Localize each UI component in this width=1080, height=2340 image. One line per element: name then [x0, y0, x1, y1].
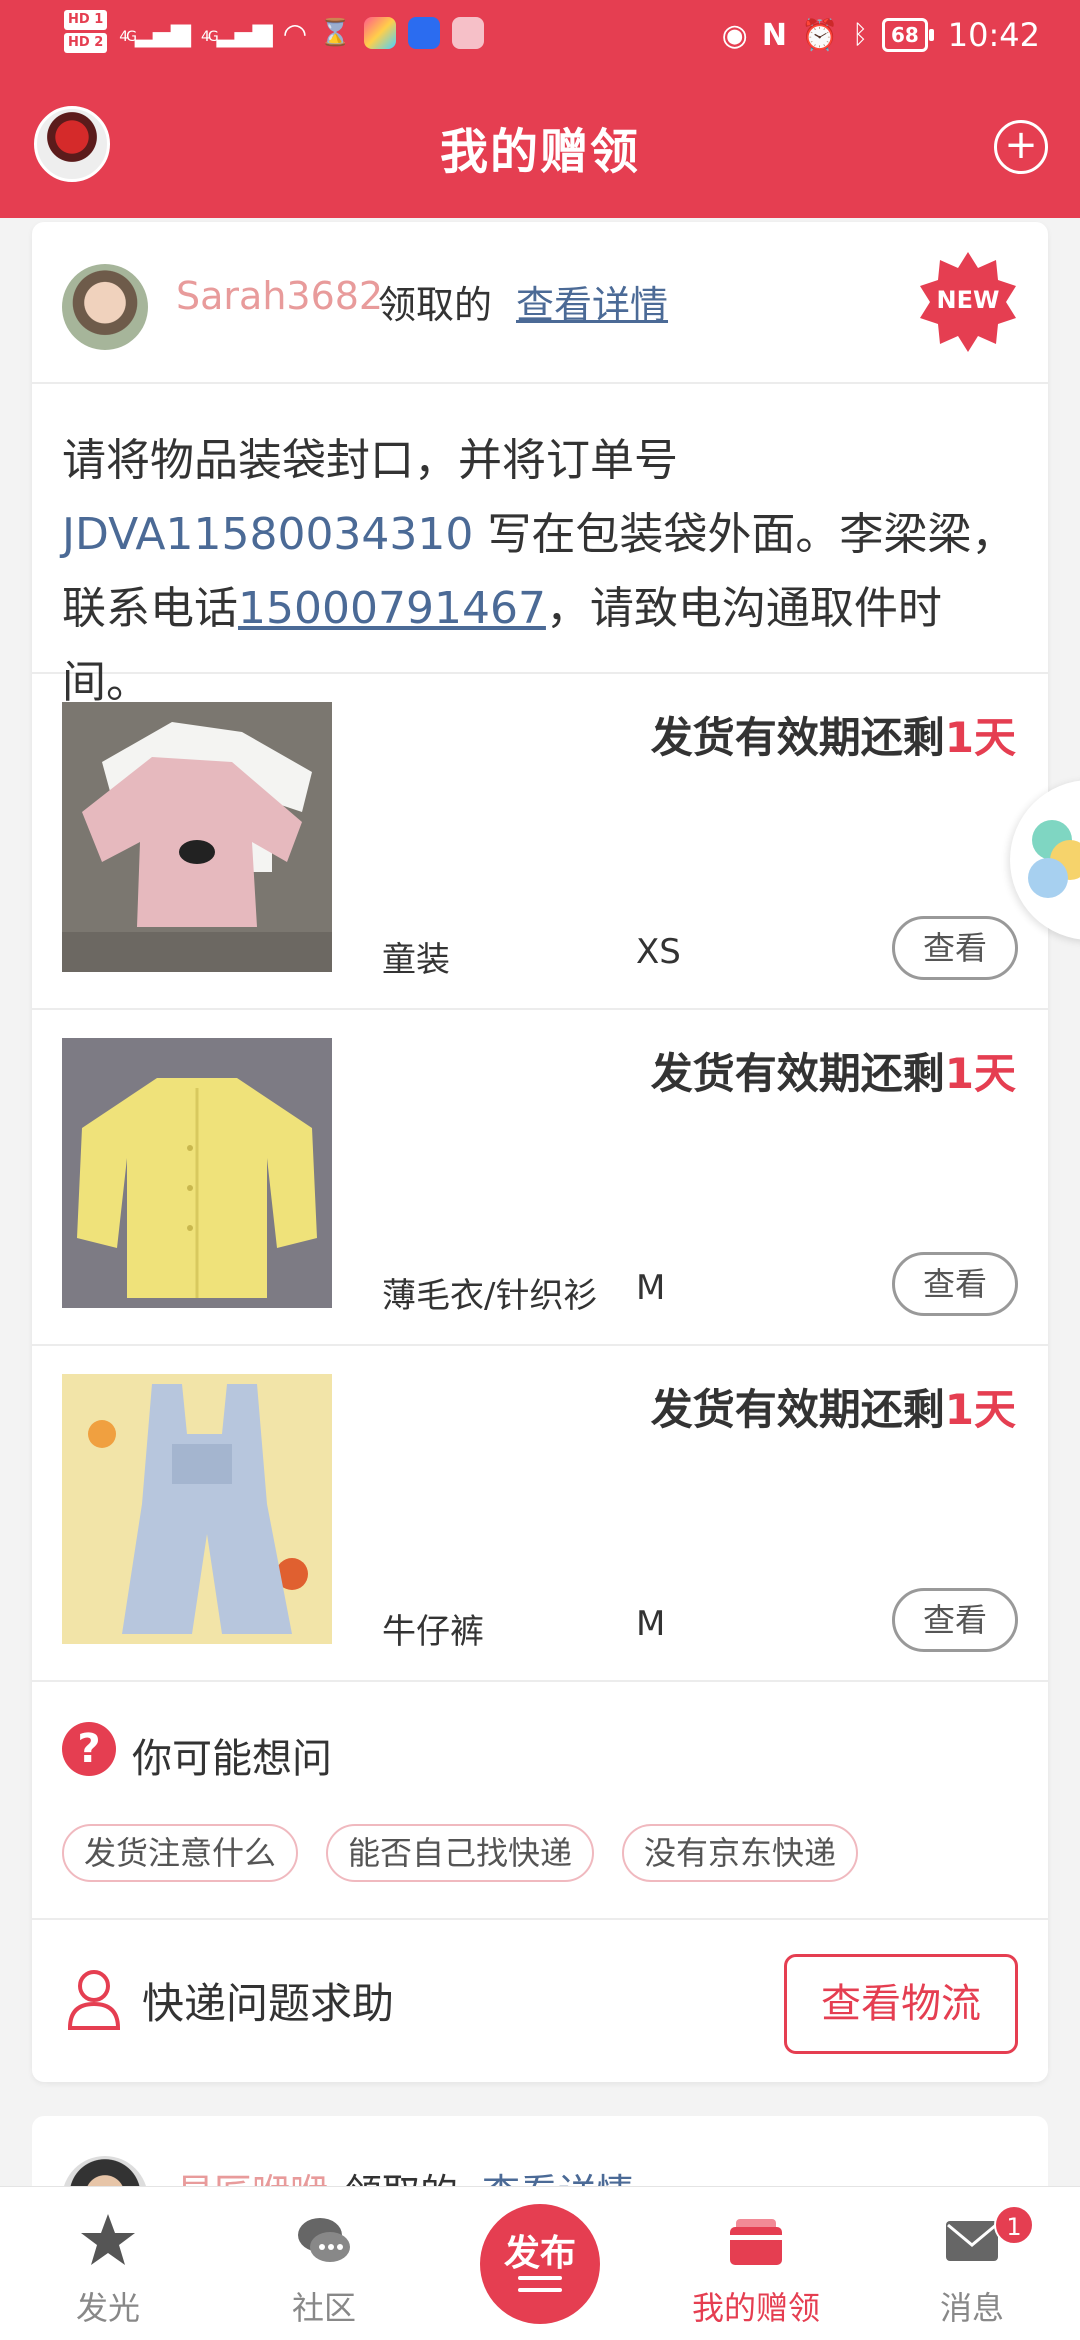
nav-label: 消息 [939, 2289, 1004, 2327]
gift-cards-icon [730, 2219, 782, 2265]
item-size: XS [636, 932, 681, 972]
deadline-label: 发货有效期还剩 [650, 1049, 945, 1098]
item-category: 童装 [382, 940, 450, 980]
courier-help-row: 快递问题求助 查看物流 [32, 1920, 1048, 2082]
faq-chip[interactable]: 没有京东快递 [622, 1824, 859, 1882]
nav-item-shine[interactable]: 发光 [0, 2187, 216, 2340]
nav-item-community[interactable]: 社区 [216, 2187, 432, 2340]
unread-badge: 1 [994, 2205, 1034, 2245]
view-details-link[interactable]: 查看详情 [516, 274, 668, 329]
claimer-row: Sarah3682 领取的 查看详情 NEW [32, 222, 1048, 384]
new-badge-label: NEW [936, 286, 1000, 314]
nav-item-messages[interactable]: 1 消息 [864, 2187, 1080, 2340]
item-size: M [636, 1268, 666, 1308]
claim-text: 领取的 [378, 283, 493, 327]
bluetooth-icon: ᛒ [852, 20, 868, 50]
nav-label: 社区 [291, 2289, 356, 2327]
sim-indicators: HD 1 HD 2 [64, 10, 108, 56]
order-number: JDVA11580034310 [62, 509, 474, 560]
publish-label: 发布 [503, 2233, 576, 2274]
phone-link[interactable]: 15000791467 [238, 583, 546, 634]
menu-lines-icon [518, 2276, 562, 2300]
view-item-button[interactable]: 查看 [892, 1588, 1018, 1652]
notice-text-1: 请将物品装袋封口，并将订单号 [62, 435, 678, 486]
faq-chip[interactable]: 能否自己找快递 [326, 1824, 595, 1882]
item-row[interactable]: 发货有效期还剩1天 牛仔裤 M 查看 [32, 1346, 1048, 1682]
person-icon [67, 1970, 121, 2030]
deadline-value: 1天 [944, 1385, 1016, 1434]
deadline-value: 1天 [944, 713, 1016, 762]
view-item-button[interactable]: 查看 [892, 916, 1018, 980]
page-title: 我的赠领 [439, 124, 640, 180]
item-size: M [636, 1604, 666, 1644]
top-bar: HD 1 HD 2 4G▂▄▆ 4G▂▄▆ ◠ ⌛ ◉ N ⏰ ᛒ 68 10:… [0, 0, 1080, 218]
wifi-icon: ◠ [282, 16, 308, 50]
publish-button[interactable]: 发布 [480, 2204, 600, 2324]
add-icon[interactable]: + [994, 120, 1048, 174]
status-bar: HD 1 HD 2 4G▂▄▆ 4G▂▄▆ ◠ ⌛ ◉ N ⏰ ᛒ 68 10:… [0, 0, 1080, 76]
shipping-deadline: 发货有效期还剩1天 [651, 1376, 1016, 1437]
item-row[interactable]: 发货有效期还剩1天 薄毛衣/针织衫 M 查看 [32, 1010, 1048, 1346]
item-photo-denim-overalls [62, 1374, 332, 1644]
signal-icon-2: 4G▂▄▆ [201, 18, 273, 48]
item-photo-yellow-cardigan [62, 1038, 332, 1308]
faq-chip[interactable]: 发货注意什么 [62, 1824, 299, 1882]
eye-icon: ◉ [721, 17, 748, 53]
notice-row: 请将物品装袋封口，并将订单号 JDVA11580034310 写在包装袋外面。李… [32, 384, 1048, 708]
nav-label: 发光 [75, 2289, 140, 2327]
nav-item-my-claims[interactable]: 我的赠领 [648, 2187, 864, 2340]
star-icon [81, 2214, 135, 2265]
faq-chips: 发货注意什么 能否自己找快递 没有京东快递 [62, 1824, 859, 1882]
item-category: 牛仔裤 [382, 1612, 484, 1652]
sim1-label: HD 1 [64, 10, 108, 30]
app-header: 我的赠领 + [0, 76, 1080, 218]
deadline-label: 发货有效期还剩 [650, 713, 945, 762]
nav-label: 我的赠领 [691, 2289, 820, 2327]
app-icon-bulb [407, 17, 440, 49]
item-category: 薄毛衣/针织衫 [382, 1276, 598, 1316]
chat-bubble-icon [298, 2218, 350, 2262]
alarm-icon: ⏰ [800, 17, 839, 53]
clock: 10:42 [947, 16, 1040, 54]
view-item-button[interactable]: 查看 [892, 1252, 1018, 1316]
faq-section: ? 你可能想问 发货注意什么 能否自己找快递 没有京东快递 [32, 1684, 1048, 1920]
new-badge: NEW [916, 250, 1020, 354]
app-icon-book [451, 17, 484, 49]
hourglass-icon: ⌛ [319, 18, 352, 48]
shipping-deadline: 发货有效期还剩1天 [651, 704, 1016, 765]
signal-icon: 4G▂▄▆ [119, 18, 191, 48]
deadline-label: 发货有效期还剩 [650, 1385, 945, 1434]
claimer-name[interactable]: Sarah3682 [176, 274, 383, 318]
claimer-avatar[interactable] [62, 264, 148, 350]
nfc-icon: N [761, 17, 787, 53]
courier-help-link[interactable]: 快递问题求助 [142, 1970, 394, 2031]
claim-card: Sarah3682 领取的 查看详情 NEW 请将物品装袋封口，并将订单号 JD… [32, 222, 1048, 2082]
shipping-deadline: 发货有效期还剩1天 [651, 1040, 1016, 1101]
app-icon-colorful [363, 17, 396, 49]
faq-title: 你可能想问 [132, 1736, 332, 1782]
mail-icon [946, 2221, 998, 2261]
battery-icon: 68 [881, 18, 934, 52]
sim2-label: HD 2 [64, 33, 108, 53]
view-logistics-button[interactable]: 查看物流 [784, 1954, 1018, 2054]
deadline-value: 1天 [944, 1049, 1016, 1098]
item-photo-kids-shirts [62, 702, 332, 972]
question-icon: ? [62, 1722, 116, 1776]
item-row[interactable]: 发货有效期还剩1天 童装 XS 查看 [32, 674, 1048, 1010]
